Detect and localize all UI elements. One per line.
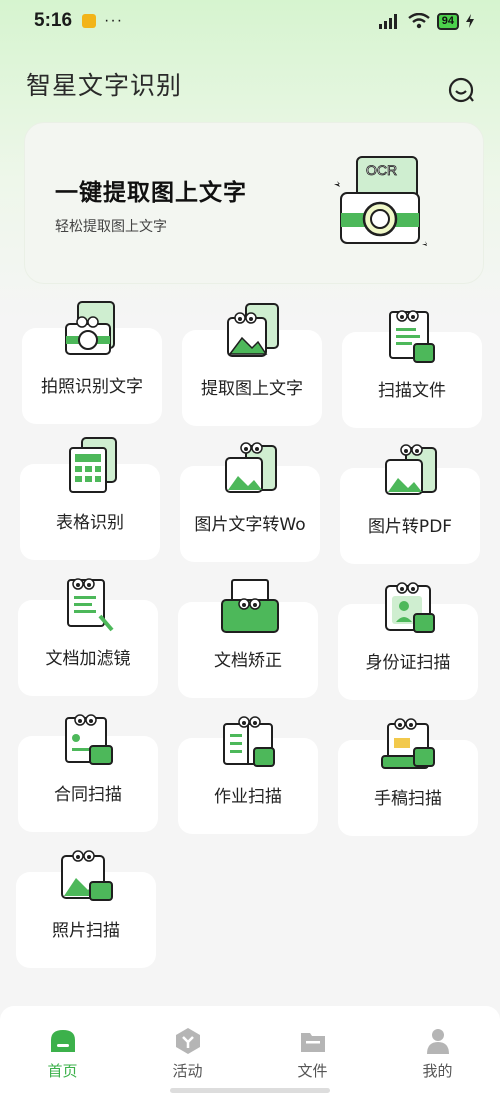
feature-label: 拍照识别文字: [41, 377, 143, 397]
homework-icon: [223, 716, 275, 767]
feature-card-image-to-pdf[interactable]: 图片转PDF: [340, 444, 480, 564]
nav-label-activity: 活动: [172, 1062, 203, 1080]
nav-item-profile[interactable]: 我的: [375, 1006, 500, 1099]
scan-file-icon: [389, 310, 435, 363]
nav-item-files[interactable]: 文件: [250, 1006, 375, 1099]
photo-scan-icon: [61, 850, 113, 901]
home-indicator: [170, 1088, 330, 1093]
feature-card-table[interactable]: 表格识别: [20, 437, 160, 560]
camera-doc-icon: [65, 301, 115, 355]
feature-label: 文档加滤镜: [45, 649, 131, 669]
feature-label: 提取图上文字: [201, 379, 303, 399]
manuscript-icon: [381, 718, 435, 769]
nav-label-files: 文件: [297, 1062, 328, 1080]
feature-card-manuscript[interactable]: 手稿扫描: [338, 718, 478, 836]
contract-icon: [65, 714, 113, 765]
feature-label: 图片转PDF: [367, 517, 453, 537]
feature-card-contract[interactable]: 合同扫描: [18, 714, 158, 832]
feature-card-doc-correct[interactable]: 文档矫正: [178, 579, 318, 698]
activity-icon: [175, 1028, 200, 1054]
feature-label: 手稿扫描: [374, 789, 442, 809]
table-icon: [69, 437, 117, 493]
doc-filter-icon: [67, 578, 114, 632]
feature-card-photo-scan[interactable]: 照片扫描: [16, 850, 156, 968]
feature-card-image-to-word[interactable]: 图片文字转Wo: [180, 442, 320, 562]
feature-label: 表格识别: [56, 513, 124, 533]
nav-label-home: 首页: [47, 1062, 78, 1080]
image-to-word-icon: [225, 442, 277, 493]
feature-grid: 拍照识别文字 提取图上文字 扫描文件 表格识别 图片文字转Wo 图片转PDF 文…: [0, 0, 500, 1000]
profile-icon: [426, 1029, 449, 1054]
folder-icon: [300, 1033, 325, 1052]
feature-card-scan-file[interactable]: 扫描文件: [342, 310, 482, 428]
feature-card-photo-ocr[interactable]: 拍照识别文字: [22, 301, 162, 424]
image-doc-icon: [227, 303, 279, 357]
feature-card-id-card[interactable]: 身份证扫描: [338, 582, 478, 700]
nav-label-profile: 我的: [422, 1062, 453, 1080]
doc-correct-icon: [221, 579, 279, 633]
feature-label: 扫描文件: [378, 381, 446, 401]
feature-label: 身份证扫描: [365, 653, 451, 673]
feature-label: 文档矫正: [214, 651, 282, 671]
id-card-icon: [385, 582, 435, 633]
feature-label: 作业扫描: [214, 787, 282, 807]
nav-item-home[interactable]: 首页: [0, 1006, 125, 1099]
feature-label: 合同扫描: [54, 785, 122, 805]
image-to-pdf-icon: [385, 444, 437, 495]
nav-item-activity[interactable]: 活动: [125, 1006, 250, 1099]
feature-card-extract-text[interactable]: 提取图上文字: [182, 303, 322, 426]
home-icon: [50, 1030, 75, 1052]
feature-card-homework[interactable]: 作业扫描: [178, 716, 318, 834]
feature-card-doc-filter[interactable]: 文档加滤镜: [18, 578, 158, 696]
feature-label: 照片扫描: [52, 921, 120, 941]
feature-label: 图片文字转Wo: [194, 515, 306, 535]
bottom-nav: 首页 活动 文件 我的: [0, 1006, 500, 1099]
